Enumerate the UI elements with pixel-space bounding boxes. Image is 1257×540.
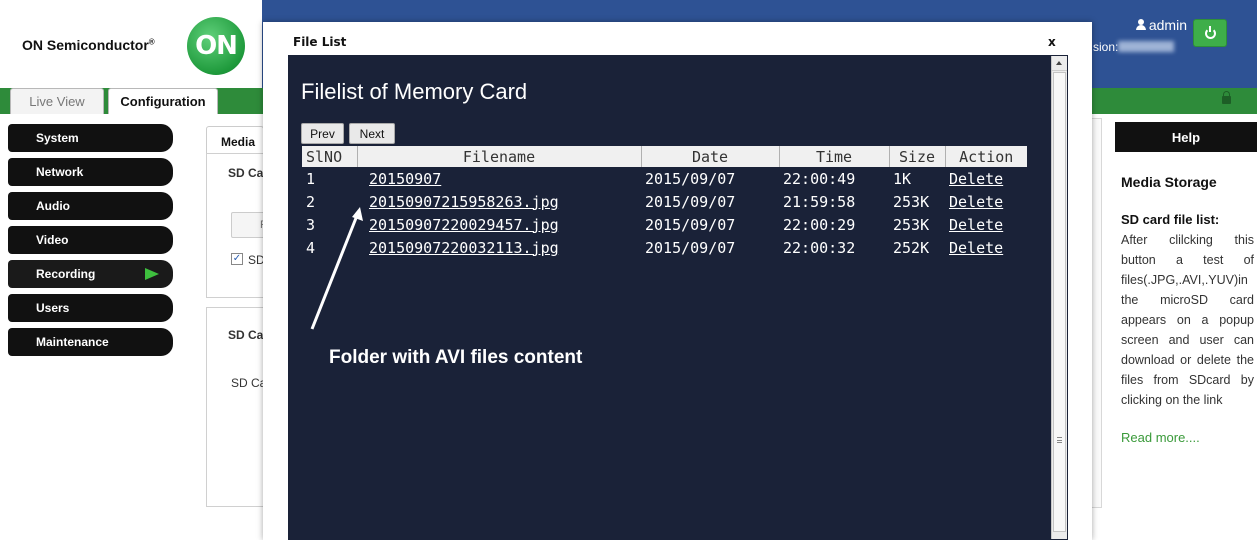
- sidebar: System Network Audio Video Recording Use…: [8, 124, 173, 362]
- sidebar-item-label: Network: [36, 165, 84, 179]
- tab-configuration[interactable]: Configuration: [108, 88, 218, 114]
- frame-scrollbar[interactable]: [1051, 56, 1067, 539]
- row-date: 2015/09/07: [645, 192, 736, 211]
- row-time: 22:00:29: [783, 215, 856, 234]
- username: admin: [1148, 17, 1187, 33]
- filename-link[interactable]: 20150907220029457.jpg: [369, 216, 559, 234]
- row-date: 2015/09/07: [645, 169, 736, 188]
- delete-link[interactable]: Delete: [949, 239, 1003, 257]
- delete-link[interactable]: Delete: [949, 216, 1003, 234]
- sidebar-item-maintenance[interactable]: Maintenance: [8, 328, 173, 356]
- table-header-row: SlNO Filename Date Time Size Action: [302, 146, 1027, 167]
- read-more-link[interactable]: Read more....: [1121, 430, 1257, 445]
- filename-link[interactable]: 20150907: [369, 170, 441, 188]
- on-logo: ON: [187, 17, 245, 75]
- close-button[interactable]: x: [1048, 35, 1056, 49]
- dialog-title: File List: [293, 35, 347, 49]
- user-icon: [1135, 19, 1146, 30]
- sidebar-item-users[interactable]: Users: [8, 294, 173, 322]
- section-label: SD Ca: [228, 166, 264, 180]
- tab-live-view[interactable]: Live View: [10, 88, 104, 114]
- row-time: 21:59:58: [783, 192, 856, 211]
- section-label-2: SD Ca: [228, 328, 264, 342]
- table-row: 4 20150907220032113.jpg 2015/09/07 22:00…: [302, 236, 1027, 259]
- brand-name: ON Semiconductor®: [22, 37, 155, 53]
- sidebar-item-label: Audio: [36, 199, 70, 213]
- row-size: 1K: [893, 169, 912, 188]
- help-panel: Help Media Storage SD card file list: Af…: [1115, 122, 1257, 540]
- sidebar-item-label: Users: [36, 301, 70, 315]
- field-label: SD Ca: [231, 376, 267, 390]
- tab-media[interactable]: Media: [206, 126, 264, 154]
- next-button[interactable]: Next: [349, 123, 395, 144]
- row-time: 22:00:32: [783, 238, 856, 257]
- version-label: sion:: [1093, 40, 1119, 54]
- annotation-arrow: [310, 207, 363, 330]
- logout-button[interactable]: [1193, 19, 1227, 47]
- filename-link[interactable]: 20150907220032113.jpg: [369, 239, 559, 257]
- help-heading: Media Storage: [1121, 174, 1217, 190]
- file-table: SlNO Filename Date Time Size Action 1 20…: [302, 146, 1027, 259]
- row-slno: 1: [306, 169, 316, 188]
- sd-checkbox[interactable]: ✓: [231, 253, 243, 265]
- column-header-size: Size: [889, 146, 946, 167]
- file-list-frame: Filelist of Memory Card Prev Next SlNO F…: [288, 55, 1068, 540]
- column-header-filename: Filename: [357, 146, 642, 167]
- table-row: 3 20150907220029457.jpg 2015/09/07 22:00…: [302, 213, 1027, 236]
- sidebar-item-label: System: [36, 131, 79, 145]
- content-border: [1092, 118, 1102, 508]
- file-list-heading: Filelist of Memory Card: [301, 79, 528, 104]
- grip-icon: [1057, 437, 1062, 443]
- scroll-thumb[interactable]: [1053, 72, 1066, 532]
- user-menu[interactable]: admin: [1135, 17, 1187, 33]
- sidebar-item-label: Maintenance: [36, 335, 109, 349]
- lock-icon[interactable]: [1222, 91, 1231, 104]
- row-date: 2015/09/07: [645, 215, 736, 234]
- row-date: 2015/09/07: [645, 238, 736, 257]
- column-header-time: Time: [779, 146, 890, 167]
- power-icon: [1204, 25, 1216, 39]
- sidebar-item-audio[interactable]: Audio: [8, 192, 173, 220]
- version-value-redacted: [1118, 41, 1174, 52]
- help-title: Help: [1115, 122, 1257, 152]
- table-row: 2 20150907215958263.jpg 2015/09/07 21:59…: [302, 190, 1027, 213]
- column-header-action: Action: [945, 146, 1027, 167]
- sidebar-item-system[interactable]: System: [8, 124, 173, 152]
- help-body: After clilcking this button a test of fi…: [1121, 233, 1254, 407]
- row-size: 253K: [893, 215, 930, 234]
- sidebar-item-label: Video: [36, 233, 69, 247]
- column-header-slno: SlNO: [302, 146, 358, 167]
- sidebar-item-network[interactable]: Network: [8, 158, 173, 186]
- row-size: 252K: [893, 238, 930, 257]
- delete-link[interactable]: Delete: [949, 170, 1003, 188]
- help-subheading: SD card file list:: [1121, 212, 1220, 227]
- column-header-date: Date: [641, 146, 780, 167]
- row-size: 253K: [893, 192, 930, 211]
- arrow-right-icon: [145, 268, 159, 280]
- row-time: 22:00:49: [783, 169, 856, 188]
- delete-link[interactable]: Delete: [949, 193, 1003, 211]
- prev-button[interactable]: Prev: [301, 123, 344, 144]
- filename-link[interactable]: 20150907215958263.jpg: [369, 193, 559, 211]
- sidebar-item-video[interactable]: Video: [8, 226, 173, 254]
- annotation-text: Folder with AVI files content: [329, 347, 583, 368]
- sidebar-item-label: Recording: [36, 267, 96, 281]
- sidebar-item-recording[interactable]: Recording: [8, 260, 173, 288]
- table-row: 1 20150907 2015/09/07 22:00:49 1K Delete: [302, 167, 1027, 190]
- scroll-up-icon[interactable]: [1052, 56, 1067, 71]
- file-list-dialog: File List x Filelist of Memory Card Prev…: [263, 22, 1092, 540]
